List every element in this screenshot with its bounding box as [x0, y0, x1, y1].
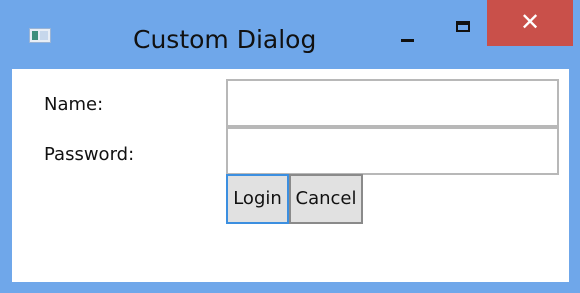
password-input[interactable]	[226, 127, 559, 175]
password-label: Password:	[44, 144, 135, 165]
close-button[interactable]: ✕	[487, 0, 573, 46]
dialog-window: Custom Dialog ✕ Name: Password: Login Ca…	[0, 0, 580, 293]
maximize-button[interactable]	[440, 6, 486, 50]
name-input[interactable]	[226, 79, 559, 127]
cancel-button[interactable]: Cancel	[289, 174, 363, 224]
window-title: Custom Dialog	[133, 25, 317, 54]
close-icon: ✕	[519, 8, 541, 36]
login-button[interactable]: Login	[226, 174, 289, 224]
minimize-button[interactable]	[385, 6, 431, 50]
name-label: Name:	[44, 94, 104, 115]
title-bar[interactable]: Custom Dialog ✕	[0, 0, 580, 66]
app-window-icon[interactable]	[29, 28, 51, 43]
dialog-content: Name: Password: Login Cancel	[12, 69, 569, 282]
